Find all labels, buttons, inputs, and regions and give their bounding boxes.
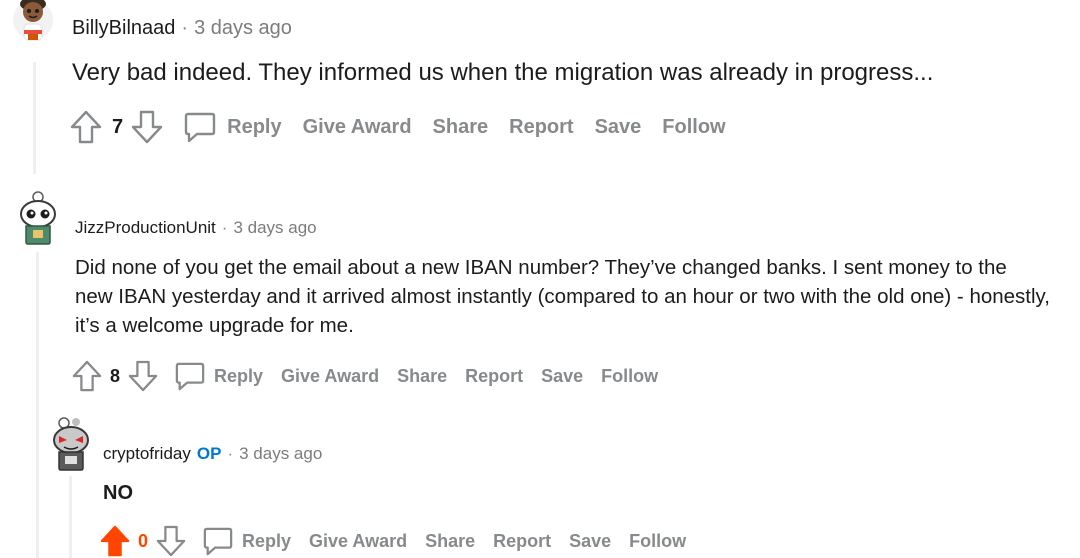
separator: · (181, 16, 189, 39)
avatar[interactable] (16, 190, 60, 246)
vote-count: 7 (112, 115, 124, 138)
timestamp[interactable]: 3 days ago (194, 17, 292, 40)
report-button[interactable]: Report (509, 116, 573, 139)
reply-button[interactable]: Reply (174, 361, 263, 391)
follow-button[interactable]: Follow (662, 116, 725, 139)
comment-body: NO (103, 482, 133, 504)
timestamp[interactable]: 3 days ago (239, 444, 322, 464)
avatar[interactable] (50, 416, 92, 472)
give-award-button[interactable]: Give Award (309, 531, 407, 552)
timestamp[interactable]: 3 days ago (233, 218, 316, 238)
op-badge: OP (196, 444, 222, 463)
downvote-icon (131, 110, 163, 144)
vote-count: 0 (138, 530, 149, 551)
thread-line[interactable] (36, 252, 39, 558)
avatar[interactable] (10, 0, 56, 46)
upvote-button[interactable] (70, 110, 102, 144)
reply-label: Reply (214, 365, 264, 386)
reply-button[interactable]: Reply (202, 526, 291, 556)
thread-line[interactable] (33, 62, 36, 174)
share-button[interactable]: Share (425, 531, 475, 552)
save-button[interactable]: Save (569, 531, 611, 552)
save-button[interactable]: Save (595, 116, 642, 139)
upvote-button[interactable] (100, 525, 130, 557)
give-award-button[interactable]: Give Award (281, 366, 379, 387)
report-button[interactable]: Report (465, 366, 523, 387)
reply-label: Reply (227, 115, 282, 138)
comment-actions: 0 Reply Give Award Share Report Save Fol… (100, 525, 686, 557)
reply-button[interactable]: Reply (183, 111, 282, 143)
comment-actions: 8 Reply Give Award Share Report Save Fol… (72, 360, 658, 392)
comment-body: Very bad indeed. They informed us when t… (72, 59, 934, 86)
avatar-image (53, 417, 89, 471)
avatar-image (13, 0, 53, 41)
separator: · (227, 444, 234, 463)
upvote-icon (70, 110, 102, 144)
downvote-button[interactable] (156, 525, 186, 557)
downvote-icon (128, 360, 158, 392)
comment-actions: 7 Reply Give Award Share Report Save Fol… (70, 110, 726, 144)
upvote-icon (100, 525, 130, 557)
downvote-button[interactable] (131, 110, 163, 144)
username[interactable]: JizzProductionUnit (75, 218, 216, 238)
report-button[interactable]: Report (493, 531, 551, 552)
upvote-icon (72, 360, 102, 392)
follow-button[interactable]: Follow (629, 531, 686, 552)
comment-bubble-icon (184, 112, 216, 143)
avatar-image (20, 191, 56, 245)
reply-label: Reply (242, 530, 292, 551)
vote-count: 8 (110, 365, 121, 386)
save-button[interactable]: Save (541, 366, 583, 387)
thread-line[interactable] (69, 476, 72, 558)
downvote-button[interactable] (128, 360, 158, 392)
comment-bubble-icon (203, 527, 233, 556)
comment-bubble-icon (175, 362, 205, 391)
comment-body: Did none of you get the email about a ne… (75, 256, 1050, 338)
separator: · (221, 218, 228, 237)
username[interactable]: BillyBilnaad (72, 17, 175, 40)
username[interactable]: cryptofriday (103, 444, 191, 464)
give-award-button[interactable]: Give Award (303, 116, 412, 139)
share-button[interactable]: Share (397, 366, 447, 387)
upvote-button[interactable] (72, 360, 102, 392)
share-button[interactable]: Share (433, 116, 489, 139)
downvote-icon (156, 525, 186, 557)
follow-button[interactable]: Follow (601, 366, 658, 387)
